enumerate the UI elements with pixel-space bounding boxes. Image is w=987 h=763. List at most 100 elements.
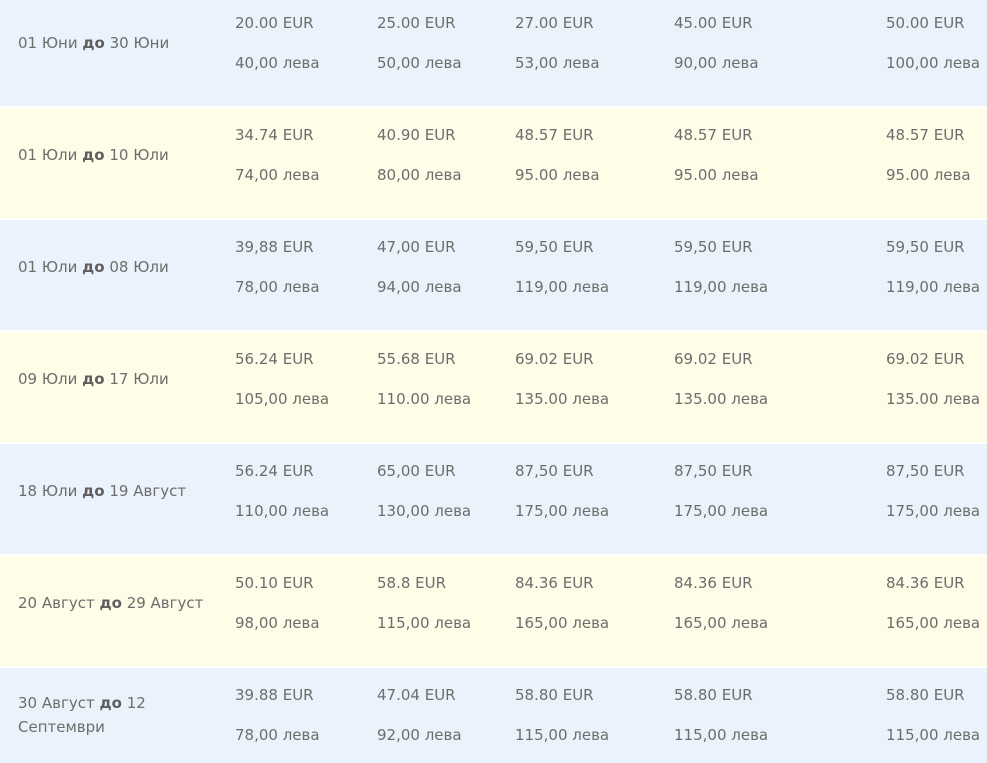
price-lev: 119,00 лева <box>674 278 769 296</box>
price-lev: 175,00 лева <box>886 502 981 520</box>
table-row: 01 Юни до 30 Юни 20.00 EUR 25.00 EUR 27.… <box>0 0 987 106</box>
price-eur: 87,50 EUR <box>674 462 753 480</box>
price-eur: 40.90 EUR <box>377 126 456 144</box>
price-eur: 48.57 EUR <box>674 126 753 144</box>
price-lev: 175,00 лева <box>515 502 610 520</box>
price-lev: 130,00 лева <box>377 502 472 520</box>
price-eur: 48.57 EUR <box>886 126 965 144</box>
period-connector: до <box>82 34 105 52</box>
price-eur: 59,50 EUR <box>886 238 965 256</box>
price-eur: 87,50 EUR <box>515 462 594 480</box>
period-connector: до <box>99 694 122 712</box>
period-cell: 20 Август до 29 Август <box>18 591 218 615</box>
price-lev: 110.00 лева <box>377 390 472 408</box>
price-lev: 95.00 лева <box>674 166 759 184</box>
price-lev: 100,00 лева <box>886 54 981 72</box>
price-lev: 115,00 лева <box>886 726 981 744</box>
price-eur: 56.24 EUR <box>235 462 314 480</box>
price-lev: 165,00 лева <box>515 614 610 632</box>
price-table: 01 Юни до 30 Юни 20.00 EUR 25.00 EUR 27.… <box>0 0 987 763</box>
price-lev: 78,00 лева <box>235 726 320 744</box>
price-lev: 50,00 лева <box>377 54 462 72</box>
period-from: 01 Юли <box>18 258 78 276</box>
period-cell: 18 Юли до 19 Август <box>18 479 218 503</box>
price-eur: 84.36 EUR <box>886 574 965 592</box>
price-lev: 119,00 лева <box>515 278 610 296</box>
price-lev: 175,00 лева <box>674 502 769 520</box>
period-connector: до <box>82 258 105 276</box>
period-to: 17 Юли <box>109 370 169 388</box>
price-eur: 39.88 EUR <box>235 686 314 704</box>
period-cell: 09 Юли до 17 Юли <box>18 367 218 391</box>
table-row: 20 Август до 29 Август 50.10 EUR 58.8 EU… <box>0 554 987 666</box>
price-lev: 110,00 лева <box>235 502 330 520</box>
price-eur: 87,50 EUR <box>886 462 965 480</box>
price-lev: 74,00 лева <box>235 166 320 184</box>
period-cell: 01 Юни до 30 Юни <box>18 31 218 55</box>
price-eur: 50.00 EUR <box>886 14 965 32</box>
price-eur: 84.36 EUR <box>674 574 753 592</box>
period-from: 01 Юли <box>18 146 78 164</box>
period-cell: 01 Юли до 10 Юли <box>18 143 218 167</box>
price-eur: 47.04 EUR <box>377 686 456 704</box>
period-connector: до <box>82 370 105 388</box>
period-from: 01 Юни <box>18 34 78 52</box>
price-lev: 115,00 лева <box>674 726 769 744</box>
row-divider <box>0 330 987 332</box>
price-lev: 105,00 лева <box>235 390 330 408</box>
table-row: 18 Юли до 19 Август 56.24 EUR 65,00 EUR … <box>0 442 987 554</box>
price-eur: 58.80 EUR <box>515 686 594 704</box>
price-eur: 65,00 EUR <box>377 462 456 480</box>
price-lev: 115,00 лева <box>515 726 610 744</box>
price-eur: 58.8 EUR <box>377 574 447 592</box>
price-eur: 69.02 EUR <box>515 350 594 368</box>
price-lev: 115,00 лева <box>377 614 472 632</box>
price-lev: 78,00 лева <box>235 278 320 296</box>
row-divider <box>0 554 987 556</box>
price-lev: 40,00 лева <box>235 54 320 72</box>
period-to: 08 Юли <box>109 258 169 276</box>
price-eur: 20.00 EUR <box>235 14 314 32</box>
table-row: 09 Юли до 17 Юли 56.24 EUR 55.68 EUR 69.… <box>0 330 987 442</box>
price-lev: 135.00 лева <box>886 390 981 408</box>
period-from: 18 Юли <box>18 482 78 500</box>
price-lev: 165,00 лева <box>674 614 769 632</box>
price-eur: 69.02 EUR <box>886 350 965 368</box>
price-eur: 27.00 EUR <box>515 14 594 32</box>
price-lev: 135.00 лева <box>674 390 769 408</box>
price-eur: 58.80 EUR <box>674 686 753 704</box>
price-eur: 56.24 EUR <box>235 350 314 368</box>
period-connector: до <box>82 482 105 500</box>
price-lev: 98,00 лева <box>235 614 320 632</box>
period-connector: до <box>99 594 122 612</box>
price-lev: 95.00 лева <box>515 166 600 184</box>
period-from: 09 Юли <box>18 370 78 388</box>
price-lev: 95.00 лева <box>886 166 971 184</box>
price-lev: 135.00 лева <box>515 390 610 408</box>
price-eur: 84.36 EUR <box>515 574 594 592</box>
row-divider <box>0 666 987 668</box>
price-eur: 50.10 EUR <box>235 574 314 592</box>
period-to: 29 Август <box>126 594 204 612</box>
price-eur: 55.68 EUR <box>377 350 456 368</box>
period-to: 19 Август <box>109 482 187 500</box>
price-lev: 90,00 лева <box>674 54 759 72</box>
table-row: 01 Юли до 08 Юли 39,88 EUR 47,00 EUR 59,… <box>0 218 987 330</box>
period-cell: 01 Юли до 08 Юли <box>18 255 218 279</box>
price-eur: 48.57 EUR <box>515 126 594 144</box>
period-from: 30 Август <box>18 694 95 712</box>
period-connector: до <box>82 146 105 164</box>
period-to: 10 Юли <box>109 146 169 164</box>
price-lev: 53,00 лева <box>515 54 600 72</box>
price-lev: 80,00 лева <box>377 166 462 184</box>
price-lev: 92,00 лева <box>377 726 462 744</box>
row-divider <box>0 106 987 108</box>
row-divider <box>0 218 987 220</box>
price-eur: 45.00 EUR <box>674 14 753 32</box>
price-lev: 165,00 лева <box>886 614 981 632</box>
price-lev: 119,00 лева <box>886 278 981 296</box>
price-eur: 58.80 EUR <box>886 686 965 704</box>
price-eur: 69.02 EUR <box>674 350 753 368</box>
price-eur: 47,00 EUR <box>377 238 456 256</box>
period-cell: 30 Август до 12 Септември <box>18 691 168 739</box>
